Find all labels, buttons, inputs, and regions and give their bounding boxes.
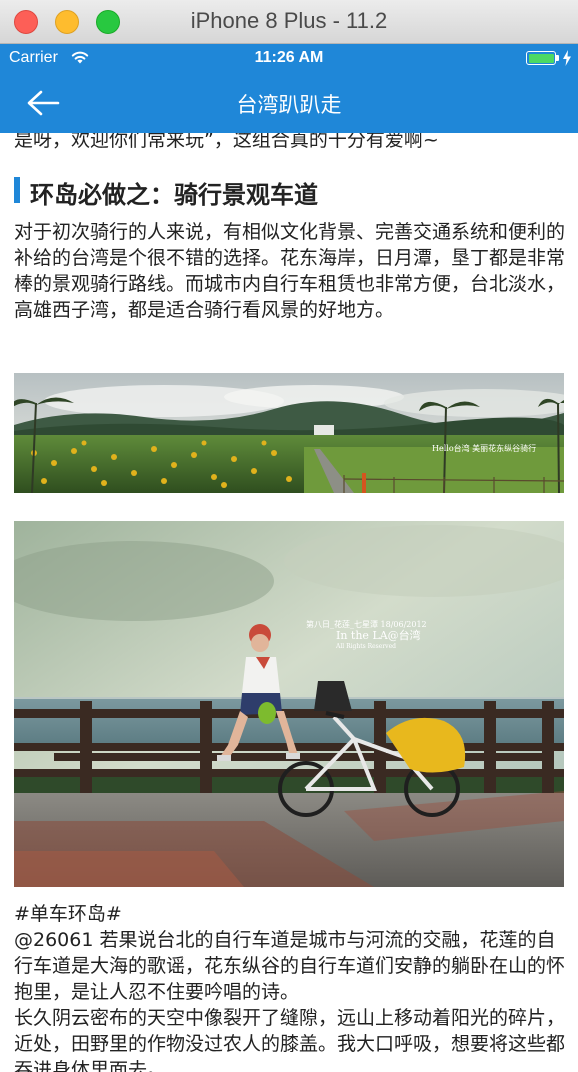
navigation-bar: 台湾趴趴走 — [0, 74, 578, 133]
photo2-watermark-line3: All Rights Reserved — [335, 643, 396, 650]
sunflower-field-photo: Hello台湾 美丽花东纵谷骑行 — [14, 373, 564, 493]
article-scroll-view[interactable]: 是呀，欢迎你们常来玩”，这组合真的十分有爱啊~ 环岛必做之：骑行景观车道 对于初… — [0, 133, 578, 1072]
story-paragraph-2: 长久阴云密布的天空中像裂开了缝隙，远山上移动着阳光的碎片，近处，田野里的作物没过… — [14, 1007, 566, 1072]
hashtag-line: #单车环岛# — [14, 903, 122, 925]
previous-paragraph-tail: 是呀，欢迎你们常来玩”，这组合真的十分有爱啊~ — [14, 133, 439, 151]
battery-icon — [526, 51, 556, 65]
section-heading-text: 环岛必做之：骑行景观车道 — [30, 181, 318, 209]
cyclist-seaside-photo: 第八日_花莲_七星潭 18/06/2012 In the LA@台湾 All R… — [14, 521, 564, 887]
page-title: 台湾趴趴走 — [236, 93, 342, 117]
simulator-title-bar: iPhone 8 Plus - 11.2 — [0, 0, 578, 44]
window-title: iPhone 8 Plus - 11.2 — [190, 8, 388, 33]
battery-tip — [556, 55, 559, 61]
intro-paragraph: 对于初次骑行的人来说，有相似文化背景、完善交通系统和便利的补给的台湾是个很不错的… — [14, 221, 566, 321]
photo2-watermark-line1: 第八日_花莲_七星潭 18/06/2012 — [306, 619, 427, 629]
status-bar: Carrier 11:26 AM — [0, 44, 578, 74]
story-paragraph: @26061 若果说台北的自行车道是城市与河流的交融，花莲的自行车道是大海的歌谣… — [14, 929, 566, 1003]
photo1-watermark: Hello台湾 美丽花东纵谷骑行 — [432, 443, 536, 453]
heading-accent-bar — [14, 177, 20, 203]
photo2-watermark-line2: In the LA@台湾 — [336, 628, 421, 642]
charging-bolt-icon — [562, 50, 572, 71]
status-time: 11:26 AM — [254, 49, 324, 66]
ride-story-text: #单车环岛# @26061 若果说台北的自行车道是城市与河流的交融，花莲的自行车… — [14, 901, 566, 1072]
